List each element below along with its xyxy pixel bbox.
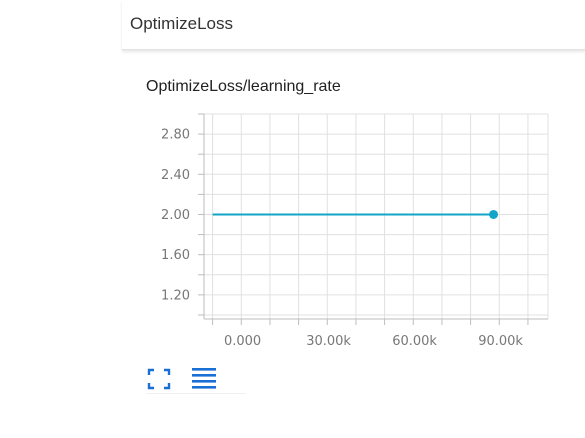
chart-series (212, 209, 499, 219)
y-tick-label: 2.00 (161, 208, 190, 223)
chart-area: 1.20 1.60 2.00 2.40 2.80 0.000 30.00k 60.00k 90.… (0, 0, 585, 438)
x-tick-label: 0.000 (224, 334, 261, 349)
y-tick-label: 1.20 (161, 288, 190, 303)
fullscreen-icon[interactable] (146, 366, 172, 392)
x-tick-label: 30.00k (306, 334, 351, 349)
x-tick-label: 60.00k (392, 334, 437, 349)
y-tick-label: 2.80 (161, 128, 190, 143)
card-divider (146, 393, 246, 394)
learning-rate-last-point (489, 209, 499, 219)
x-tick-label: 90.00k (478, 334, 523, 349)
learning-rate-chart: 1.20 1.60 2.00 2.40 2.80 0.000 30.00k 60.00k 90.… (161, 113, 549, 349)
data-table-icon[interactable] (190, 366, 216, 392)
chart-ticks: 1.20 1.60 2.00 2.40 2.80 0.000 30.00k 60.00k 90.… (161, 128, 523, 349)
y-tick-label: 1.60 (161, 248, 190, 263)
y-tick-label: 2.40 (161, 168, 190, 183)
chart-axes (198, 113, 549, 325)
